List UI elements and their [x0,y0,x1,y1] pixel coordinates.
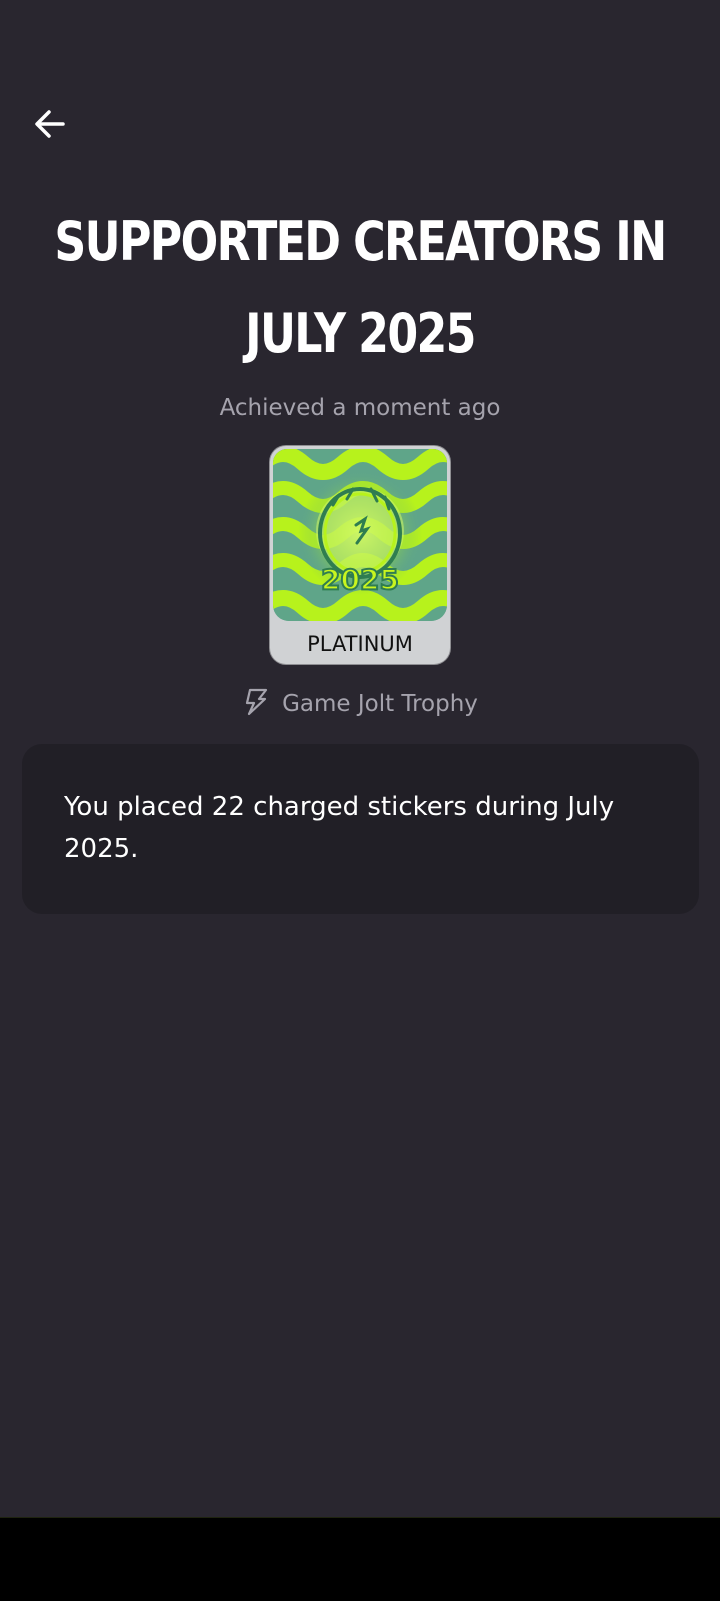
trophy-detail-screen: SUPPORTED CREATORS IN JULY 2025 Achieved… [0,0,720,1517]
back-button[interactable] [24,100,76,152]
badge-year-text: 2025 [321,563,399,596]
trophy-title: SUPPORTED CREATORS IN JULY 2025 [54,196,667,380]
trophy-title-text: SUPPORTED CREATORS IN JULY 2025 [54,210,667,365]
trophy-source-label: Game Jolt Trophy [282,691,478,717]
trophy-description-card: You placed 22 charged stickers during Ju… [22,744,699,914]
trophy-tier-label: PLATINUM [307,632,413,656]
game-jolt-bolt-icon [242,688,270,721]
system-navigation-bar [0,1517,720,1601]
trophy-badge: 2025 PLATINUM [270,446,450,664]
trophy-description: You placed 22 charged stickers during Ju… [64,792,615,864]
trophy-source: Game Jolt Trophy [0,684,720,724]
achieved-time: Achieved a moment ago [219,395,501,421]
arrow-left-icon [33,107,67,146]
trophy-artwork: 2025 [273,449,447,621]
